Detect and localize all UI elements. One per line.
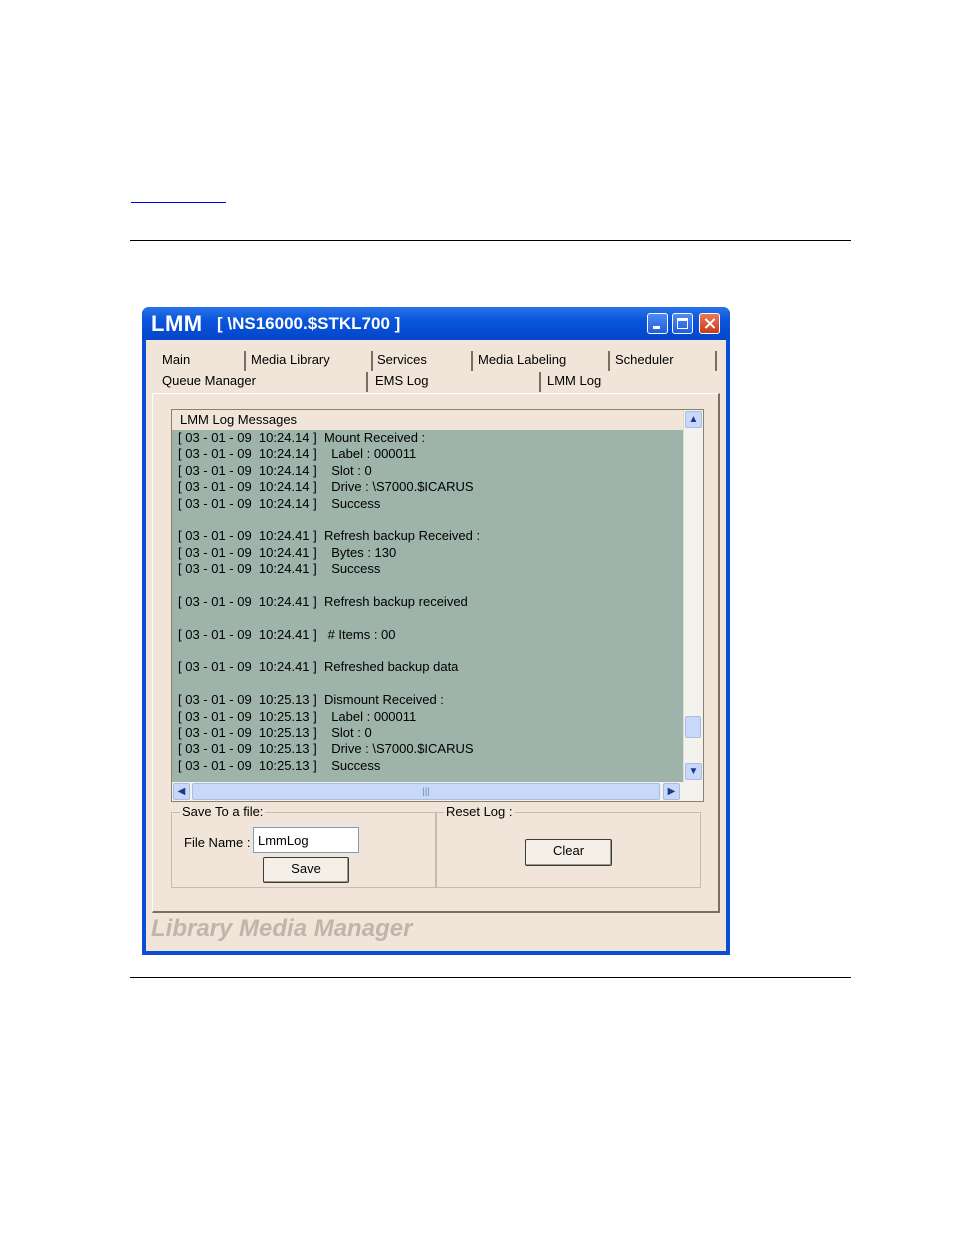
log-line: [ 03 - 01 - 09 10:24.14 ] Slot : 0	[178, 462, 372, 478]
log-line: [ 03 - 01 - 09 10:24.14 ] Success	[178, 495, 381, 511]
log-header: LMM Log Messages	[172, 410, 684, 430]
footer-watermark: Library Media Manager	[151, 915, 413, 942]
window-client-area: Main Media Library Services Media Labeli…	[146, 340, 726, 951]
log-line: [ 03 - 01 - 09 10:25.13 ] Dismount Recei…	[178, 692, 444, 708]
log-line: [ 03 - 01 - 09 10:25.13 ] Drive : \S7000…	[178, 741, 474, 757]
app-name: LMM	[151, 311, 203, 336]
log-line: [ 03 - 01 - 09 10:25.13 ] Slot : 0	[178, 725, 372, 741]
horizontal-scroll-thumb[interactable]: |||	[192, 783, 660, 800]
scroll-left-icon[interactable]: ◀	[173, 783, 190, 800]
log-line: [ 03 - 01 - 09 10:24.14 ] Label : 000011	[178, 446, 417, 462]
lmm-window: LMM [ \NS16000.$STKL700 ] Main Media Lib…	[142, 307, 730, 955]
maximize-icon[interactable]	[672, 313, 693, 334]
tab-media-labeling[interactable]: Media Labeling	[476, 351, 610, 371]
tab-lmm-log[interactable]: LMM Log	[545, 372, 655, 392]
file-name-label: File Name :	[184, 835, 251, 850]
vertical-scrollbar[interactable]: ▲ ▼	[683, 410, 703, 782]
file-name-field[interactable]	[253, 827, 359, 853]
log-line: [ 03 - 01 - 09 10:24.14 ] Mount Received…	[178, 430, 426, 445]
vertical-scroll-thumb[interactable]	[685, 716, 701, 738]
document-link[interactable]	[131, 202, 226, 203]
log-line: [ 03 - 01 - 09 10:25.13 ] Label : 000011	[178, 708, 417, 724]
window-path: [ \NS16000.$STKL700 ]	[217, 314, 401, 333]
scroll-up-icon[interactable]: ▲	[685, 411, 702, 428]
log-line: [ 03 - 01 - 09 10:24.41 ] Refreshed back…	[178, 659, 459, 675]
tab-ems-log[interactable]: EMS Log	[373, 372, 541, 392]
save-button[interactable]: Save	[263, 857, 349, 883]
scroll-down-icon[interactable]: ▼	[685, 763, 702, 780]
reset-log-group: Reset Log : Clear	[435, 804, 701, 888]
log-line: [ 03 - 01 - 09 10:25.13 ] Success	[178, 757, 381, 773]
reset-group-label: Reset Log :	[444, 804, 515, 820]
bottom-divider-rule	[130, 977, 851, 978]
tab-scheduler[interactable]: Scheduler	[613, 351, 717, 371]
log-line: [ 03 - 01 - 09 10:24.41 ] Bytes : 130	[178, 544, 397, 560]
log-listbox[interactable]: LMM Log Messages [ 03 - 01 - 09 10:24.14…	[171, 409, 704, 802]
log-line: [ 03 - 01 - 09 10:24.41 ] # Items : 00	[178, 626, 396, 642]
log-line: [ 03 - 01 - 09 10:24.41 ] Refresh backup…	[178, 528, 481, 544]
tab-media-library[interactable]: Media Library	[249, 351, 373, 371]
log-line: [ 03 - 01 - 09 10:24.14 ] Drive : \S7000…	[178, 479, 474, 495]
top-divider-rule	[130, 240, 851, 241]
tab-queue-manager[interactable]: Queue Manager	[160, 372, 368, 392]
log-line: [ 03 - 01 - 09 10:24.41 ] Refresh backup…	[178, 593, 468, 609]
save-to-file-group: Save To a file: File Name : Save	[171, 804, 437, 888]
clear-button[interactable]: Clear	[525, 839, 612, 866]
scroll-right-icon[interactable]: ▶	[663, 783, 680, 800]
save-group-label: Save To a file:	[180, 804, 266, 820]
close-icon[interactable]	[699, 313, 720, 334]
title-bar[interactable]: LMM [ \NS16000.$STKL700 ]	[142, 307, 730, 340]
log-messages[interactable]: [ 03 - 01 - 09 10:24.14 ] Mount Received…	[172, 430, 684, 782]
minimize-icon[interactable]	[647, 313, 668, 334]
tab-services[interactable]: Services	[375, 351, 473, 371]
tab-main[interactable]: Main	[160, 351, 246, 371]
horizontal-scrollbar[interactable]: ◀ ||| ▶	[172, 782, 703, 801]
log-line: [ 03 - 01 - 09 10:24.41 ] Success	[178, 561, 381, 577]
